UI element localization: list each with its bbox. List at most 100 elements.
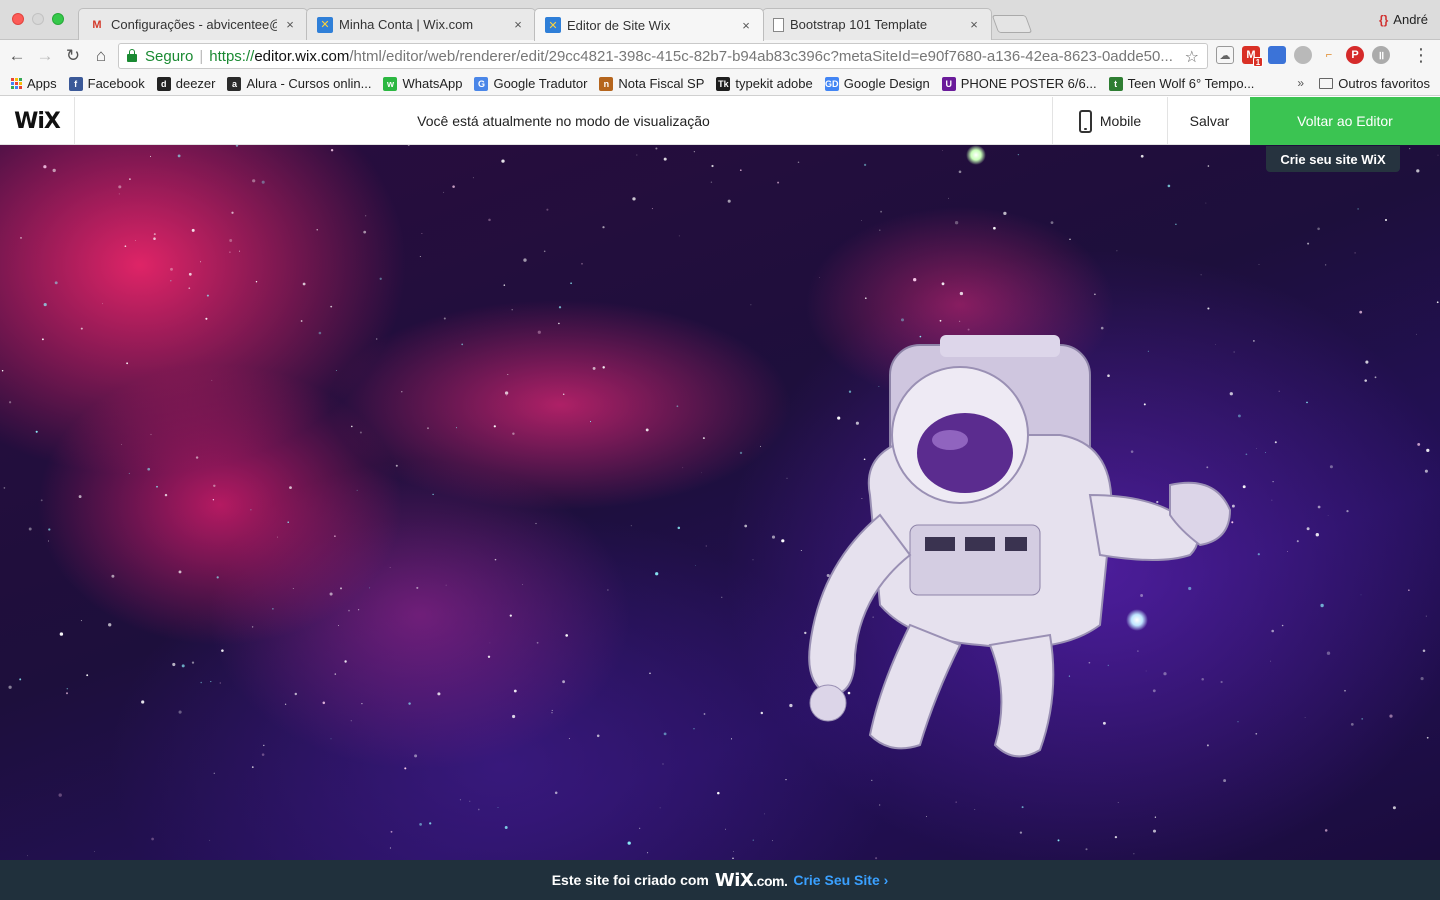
gmail-checker-icon[interactable]: M1 [1242, 46, 1263, 67]
star [330, 305, 333, 308]
browser-tab-minha-conta[interactable]: ✕ Minha Conta | Wix.com × [306, 8, 536, 40]
bookmark-apps-grid[interactable]: Apps [11, 76, 57, 91]
browser-tab-editor-wix[interactable]: ✕ Editor de Site Wix × [534, 8, 764, 41]
bookmark-label: Google Design [843, 76, 930, 91]
window-close-button[interactable] [12, 13, 24, 25]
star [124, 245, 127, 248]
back-to-editor-button[interactable]: Voltar ao Editor [1250, 97, 1440, 145]
pause-extension-icon[interactable]: ॥ [1372, 46, 1390, 64]
star [926, 816, 928, 817]
facebook-icon: f [68, 76, 83, 91]
star [1422, 649, 1426, 653]
star [48, 528, 51, 531]
bookmarks-overflow-icon[interactable]: » [1297, 76, 1304, 90]
star [213, 484, 216, 488]
star [752, 839, 754, 841]
mobile-view-button[interactable]: Mobile [1052, 97, 1168, 145]
star [188, 287, 191, 290]
bookmark-phone-poster[interactable]: U PHONE POSTER 6/6... [941, 76, 1097, 91]
close-tab-icon[interactable]: × [967, 17, 981, 32]
star [20, 237, 22, 239]
browser-tab-configuracoes[interactable]: M Configurações - abvicentee@g × [78, 8, 308, 40]
tool-extension-icon[interactable]: ⌐ [1320, 46, 1338, 64]
star [752, 559, 754, 561]
bookmark-google-translate[interactable]: G Google Tradutor [474, 76, 587, 91]
window-zoom-button[interactable] [52, 13, 64, 25]
star [1287, 550, 1289, 552]
star [1420, 677, 1424, 681]
close-tab-icon[interactable]: × [283, 17, 297, 32]
star [1329, 465, 1333, 469]
star [1296, 540, 1299, 543]
star [651, 208, 653, 210]
star [655, 147, 658, 150]
star [48, 540, 49, 542]
bookmarks-bar: Apps f Facebook d deezer a Alura - Cursos onli… [0, 72, 1440, 96]
star [19, 678, 22, 681]
star [1317, 505, 1321, 509]
close-tab-icon[interactable]: × [739, 18, 753, 33]
browser-tab-bootstrap[interactable]: Bootstrap 101 Template × [762, 8, 992, 40]
star [596, 734, 600, 738]
star [721, 596, 723, 598]
star [213, 772, 215, 774]
star [702, 437, 705, 440]
star [255, 281, 258, 283]
browser-menu-icon[interactable]: ⋮ [1412, 45, 1430, 65]
bookmark-deezer[interactable]: d deezer [156, 76, 215, 91]
star [118, 193, 120, 195]
star [445, 584, 447, 586]
bookmark-teen-wolf[interactable]: t Teen Wolf 6° Tempo... [1108, 76, 1254, 91]
save-button[interactable]: Salvar [1169, 97, 1250, 145]
star [494, 558, 497, 561]
star [322, 701, 326, 705]
forward-arrow-icon[interactable]: → [34, 45, 56, 67]
star [407, 145, 410, 146]
window-minimize-button[interactable] [32, 13, 44, 25]
star [178, 710, 182, 714]
star [630, 525, 632, 527]
star [414, 754, 418, 758]
star [1306, 527, 1310, 531]
back-arrow-icon[interactable]: ← [6, 45, 28, 67]
phone-poster-icon: U [941, 76, 956, 91]
star [461, 343, 464, 346]
star [632, 197, 636, 201]
star [558, 322, 560, 325]
tab-title: Minha Conta | Wix.com [339, 17, 474, 32]
star [212, 499, 215, 501]
pinterest-icon[interactable]: P [1346, 46, 1364, 64]
close-tab-icon[interactable]: × [511, 17, 525, 32]
bookmark-google-design[interactable]: GD Google Design [824, 76, 930, 91]
star [219, 682, 221, 684]
star [1021, 806, 1024, 809]
bookmark-nota-fiscal[interactable]: n Nota Fiscal SP [599, 76, 704, 91]
other-bookmarks-folder[interactable]: Outros favoritos [1319, 76, 1430, 91]
address-bar[interactable]: Seguro | https://editor.wix.com/html/edi… [118, 43, 1208, 69]
bookmark-typekit[interactable]: Tk typekit adobe [716, 76, 813, 91]
star [503, 284, 506, 286]
bookmark-label: Alura - Cursos onlin... [246, 76, 372, 91]
cloud-extension-icon[interactable]: ☁ [1216, 46, 1234, 64]
create-site-link[interactable]: Crie Seu Site › [793, 872, 888, 888]
bookmark-star-icon[interactable]: ☆ [1185, 47, 1199, 67]
star [172, 662, 176, 667]
star [231, 211, 234, 214]
chat-extension-icon[interactable] [1294, 46, 1312, 64]
wix-logo[interactable]: WiX [0, 97, 75, 145]
star [1416, 169, 1420, 173]
home-icon[interactable]: ⌂ [90, 45, 112, 67]
bookmark-facebook[interactable]: f Facebook [68, 76, 145, 91]
reload-icon[interactable]: ↻ [62, 45, 84, 67]
bookmark-alura[interactable]: a Alura - Cursos onlin... [227, 76, 371, 91]
profile-button[interactable]: {} André [1379, 12, 1428, 27]
bookmark-whatsapp[interactable]: w WhatsApp [383, 76, 462, 91]
calendar-extension-icon[interactable] [1268, 46, 1286, 64]
star [147, 467, 151, 471]
star [416, 586, 419, 589]
star [602, 366, 605, 369]
star [238, 250, 241, 252]
star [419, 823, 422, 826]
new-tab-button[interactable] [991, 15, 1033, 33]
create-site-tooltip[interactable]: Crie seu site WiX [1266, 146, 1400, 172]
